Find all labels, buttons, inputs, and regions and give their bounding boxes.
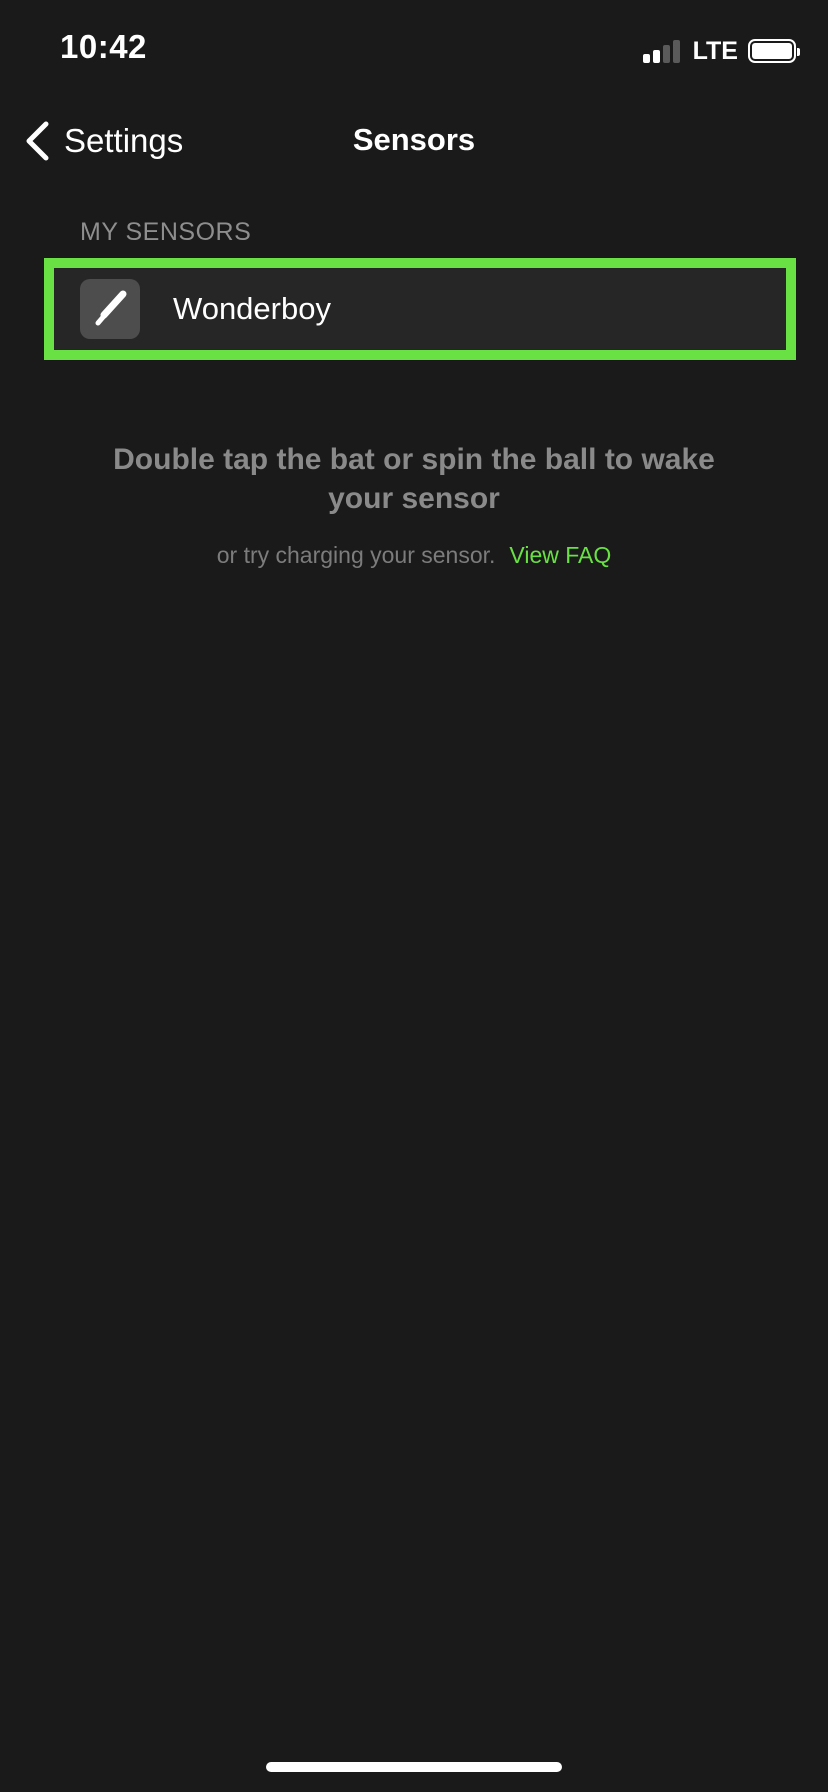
- view-faq-link[interactable]: View FAQ: [509, 542, 611, 568]
- status-time: 10:42: [60, 28, 147, 65]
- page-title: Sensors: [352, 122, 476, 157]
- sensor-name: Wonderboy: [173, 291, 331, 326]
- baseball-bat-icon: [80, 279, 140, 339]
- signal-bar: [652, 50, 660, 63]
- navigation-bar: Settings Sensors: [0, 100, 828, 182]
- signal-bar: [662, 45, 670, 63]
- status-bar: 10:42 LTE: [0, 0, 828, 100]
- sensors-screen: 10:42 LTE Settings Sensors MY SENSORS Wo…: [0, 0, 828, 1792]
- signal-bar: [642, 54, 650, 63]
- signal-bar: [672, 40, 680, 63]
- section-header-my-sensors: MY SENSORS: [80, 218, 252, 246]
- charging-hint-text: or try charging your sensor.: [216, 542, 496, 568]
- battery-full-icon: [748, 39, 800, 63]
- wake-sensor-instructions: Double tap the bat or spin the ball to w…: [113, 443, 715, 515]
- sensor-list-item[interactable]: Wonderboy: [44, 258, 796, 360]
- status-indicators: LTE: [642, 36, 800, 66]
- home-indicator[interactable]: [266, 1762, 562, 1772]
- network-type: LTE: [692, 36, 738, 65]
- charging-hint: or try charging your sensor. View FAQ: [0, 542, 828, 569]
- cellular-signal-icon: [642, 39, 683, 63]
- battery-level: [752, 43, 792, 59]
